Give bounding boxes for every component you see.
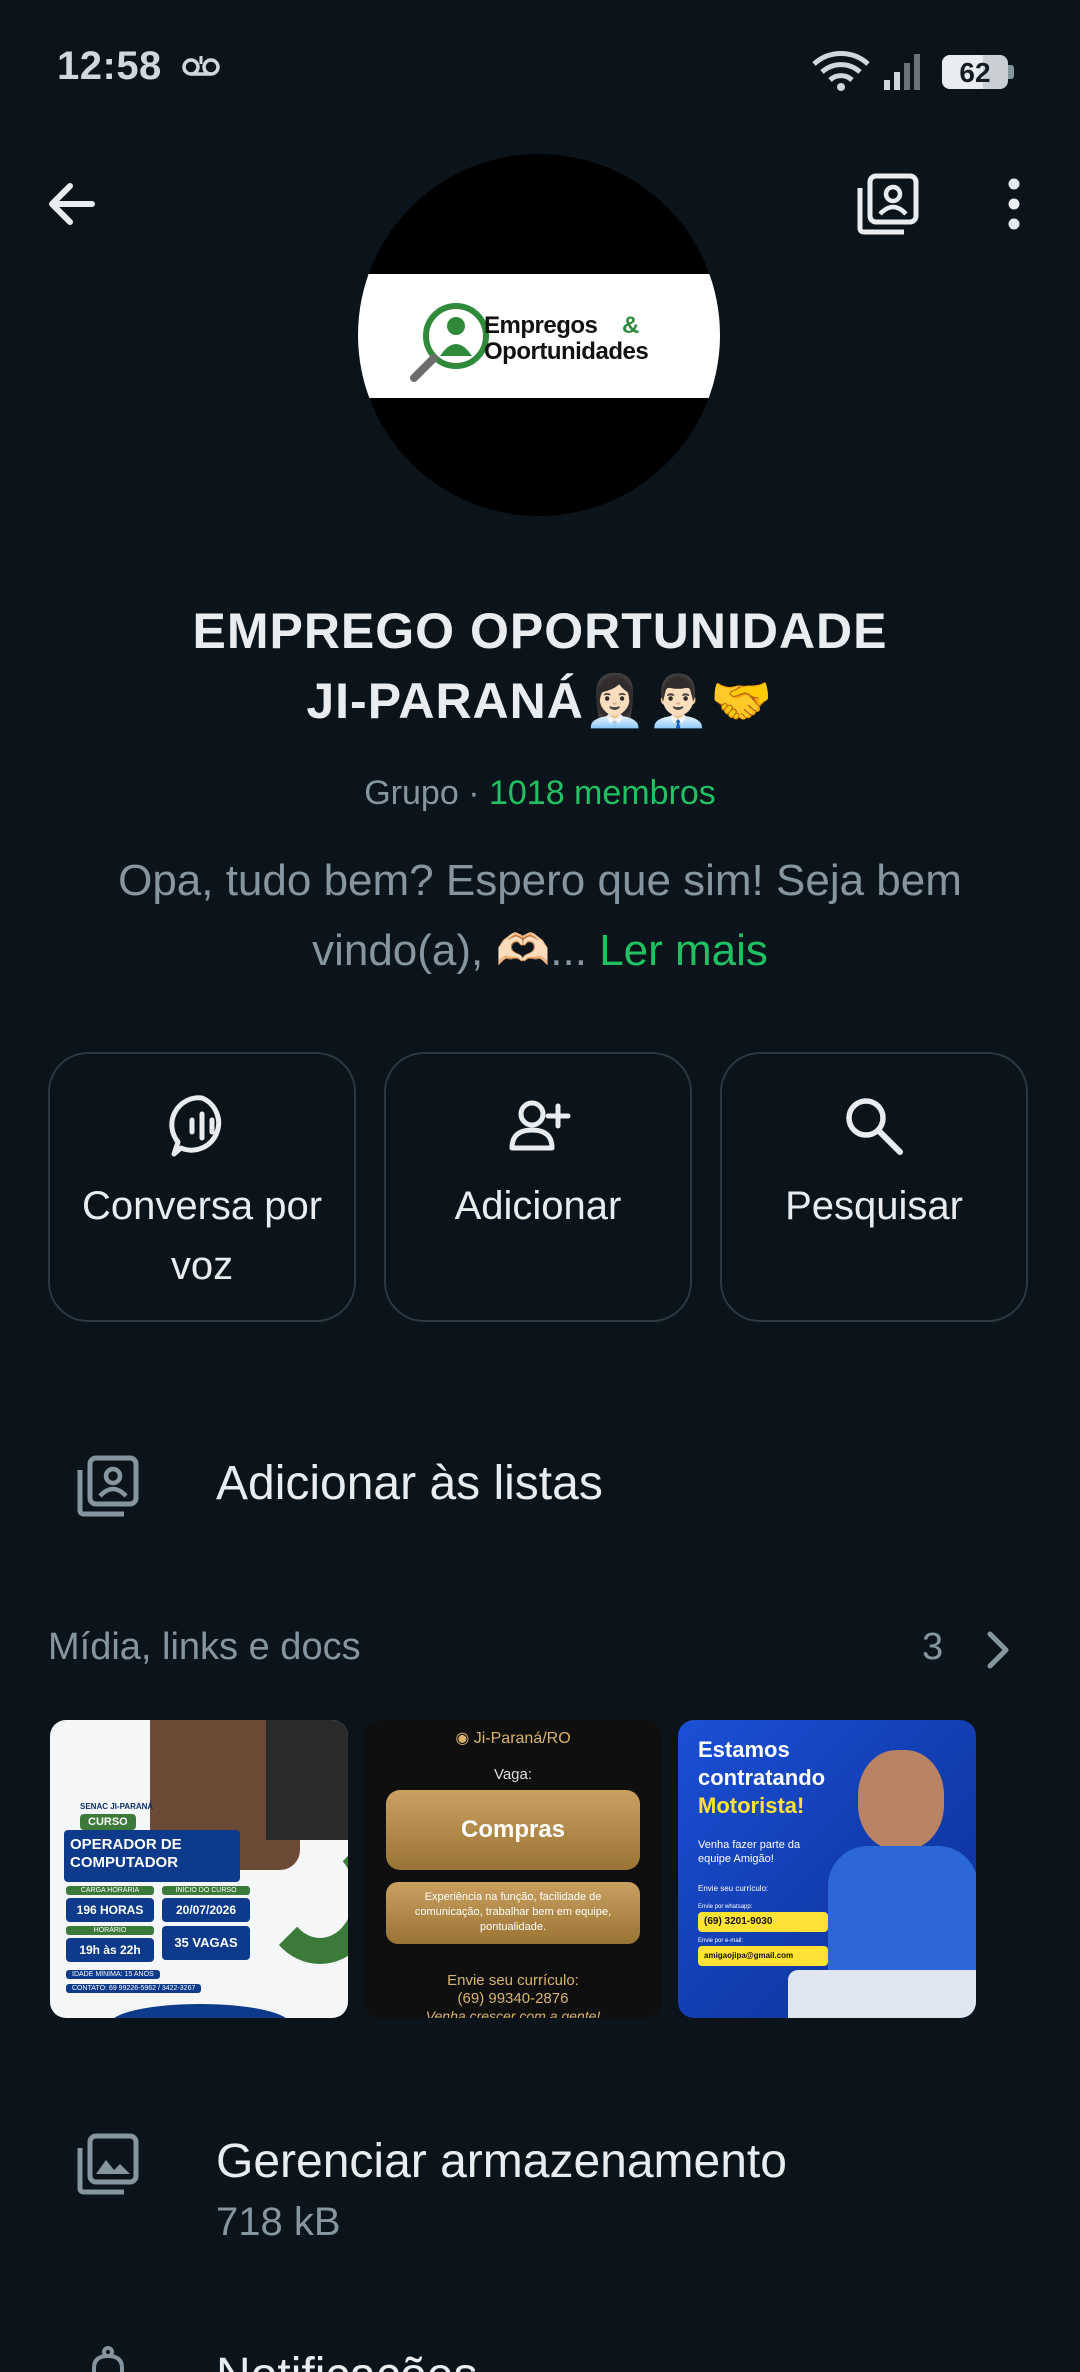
group-name-line2: JI-PARANÁ👩🏻‍💼👨🏻‍💼🤝	[306, 673, 774, 729]
media-thumbnail-compras[interactable]: ◉ Ji-Paraná/RO Vaga: Compras Experiência…	[364, 1720, 662, 2018]
add-to-list-icon	[77, 1455, 139, 1517]
search-label: Pesquisar	[785, 1184, 963, 1228]
driver-photo-head	[858, 1750, 944, 1850]
voice-chat-label-1: Conversa por	[81, 1184, 323, 1228]
storage-icon	[77, 2133, 139, 2195]
carga-label: CARGA HORÁRIA	[66, 1886, 154, 1895]
course-title-line1: OPERADOR DE	[70, 1836, 182, 1853]
logo-text-line1: Empregos	[484, 312, 598, 339]
group-avatar[interactable]: Empregos & Oportunidades	[358, 154, 720, 516]
notifications-row[interactable]: Notificações	[0, 2320, 1080, 2372]
horario-value: 19h às 22h	[66, 1938, 154, 1962]
add-member-button[interactable]: Adicionar	[384, 1052, 692, 1322]
read-more-link[interactable]: Ler mais	[599, 926, 768, 975]
vaga-footer: Venha crescer com a gente!	[425, 2008, 601, 2018]
vagas-value: 35 VAGAS	[162, 1926, 250, 1960]
battery-tip	[1008, 65, 1014, 79]
vaga-label: Vaga:	[493, 1766, 533, 1783]
chevron-right-icon[interactable]	[980, 1628, 1016, 1672]
bell-icon	[92, 2346, 124, 2372]
battery-level: 62	[959, 57, 991, 88]
back-arrow-icon[interactable]	[40, 172, 104, 236]
signal-icon	[884, 54, 920, 90]
course-badge: CURSO	[80, 1814, 136, 1830]
group-name: EMPREGO OPORTUNIDADE JI-PARANÁ👩🏻‍💼👨🏻‍💼🤝	[60, 596, 1020, 736]
voicemail-icon	[182, 56, 220, 76]
media-section-label[interactable]: Mídia, links e docs	[48, 1626, 361, 1669]
photo-background	[266, 1720, 348, 1840]
search-button[interactable]: Pesquisar	[720, 1052, 1028, 1322]
manage-storage-row[interactable]: Gerenciar armazenamento 718 kB	[0, 2090, 1080, 2250]
location-pin-icon: ◉	[455, 1730, 470, 1747]
location-text: Ji-Paraná/RO	[473, 1730, 571, 1747]
motorista-line1: Estamos	[698, 1737, 790, 1762]
vaga-location: ◉ Ji-Paraná/RO	[364, 1728, 662, 1748]
battery-icon: 62	[942, 55, 1008, 89]
course-org: SENAC JI-PARANÁ	[80, 1802, 154, 1811]
motorista-envie: Envie seu currículo:	[698, 1884, 769, 1893]
voice-chat-icon	[169, 1095, 222, 1157]
description-line2: vindo(a), 🫶🏻...	[312, 926, 587, 975]
storage-size: 718 kB	[216, 2200, 341, 2244]
inicio-label: INÍCIO DO CURSO	[162, 1886, 250, 1895]
media-count[interactable]: 3	[922, 1626, 943, 1669]
vaga-value: Compras	[386, 1790, 640, 1870]
course-title-line2: COMPUTADOR	[70, 1854, 179, 1871]
media-thumbnail-motorista[interactable]: Estamos contratando Motorista! Venha faz…	[678, 1720, 976, 2018]
manage-storage-label: Gerenciar armazenamento	[216, 2135, 787, 2188]
description-line1: Opa, tudo bem? Espero que sim! Seja bem	[118, 856, 962, 905]
logo-text-line2: Oportunidades	[484, 338, 649, 365]
vaga-requisitos: Experiência na função, facilidade de com…	[386, 1882, 640, 1944]
motorista-line3: Motorista!	[698, 1793, 805, 1818]
horario-label: HORÁRIO	[66, 1926, 154, 1935]
motorista-headline: Estamos contratando Motorista!	[698, 1736, 825, 1820]
group-description: Opa, tudo bem? Espero que sim! Seja bem …	[60, 846, 1020, 986]
idade-text: IDADE MÍNIMA: 15 ANOS	[66, 1970, 160, 1979]
more-vert-icon[interactable]	[990, 172, 1038, 236]
voice-chat-label-2: voz	[170, 1244, 234, 1288]
logo-band: Empregos & Oportunidades	[358, 274, 720, 398]
wifi-icon	[812, 51, 870, 91]
meta-separator: ·	[468, 774, 480, 812]
envie-label: Envie seu currículo:	[447, 1972, 579, 1989]
add-to-list-icon[interactable]	[854, 170, 922, 238]
group-meta: Grupo · 1018 membros	[0, 774, 1080, 813]
member-count-link[interactable]: 1018 membros	[489, 774, 716, 812]
add-to-lists-row[interactable]: Adicionar às listas	[0, 1420, 1080, 1550]
media-thumbnail-course[interactable]: SENAC JI-PARANÁ CURSO OPERADOR DE COMPUT…	[50, 1720, 348, 2018]
status-time: 12:58	[57, 44, 162, 88]
search-icon	[846, 1098, 903, 1155]
add-to-lists-label: Adicionar às listas	[216, 1457, 603, 1510]
group-type: Grupo	[364, 774, 459, 812]
vaga-phone: (69) 99340-2876	[457, 1990, 569, 2007]
add-person-icon	[509, 1100, 571, 1151]
group-name-line1: EMPREGO OPORTUNIDADE	[192, 603, 888, 659]
magnifier-person-icon	[410, 303, 489, 382]
whats-value: (69) 3201-9030	[698, 1912, 828, 1932]
contato-text: CONTATO: 69 99226-5962 / 3422-3267	[66, 1984, 202, 1993]
email-label: Envie por e-mail:	[698, 1938, 744, 1944]
notifications-label: Notificações	[216, 2348, 477, 2372]
inicio-value: 20/07/2026	[162, 1898, 250, 1922]
add-member-label: Adicionar	[454, 1184, 622, 1228]
whats-label: Envie por whatsapp:	[698, 1904, 753, 1910]
carga-value: 196 HORAS	[66, 1898, 154, 1922]
email-value: amigaojipa@gmail.com	[698, 1946, 828, 1966]
truck-shape	[788, 1970, 976, 2018]
motorista-line2: contratando	[698, 1765, 826, 1790]
logo-ampersand: &	[622, 312, 640, 339]
motorista-team: Venha fazer parte da equipe Amigão!	[698, 1839, 801, 1865]
voice-chat-button[interactable]: Conversa por voz	[48, 1052, 356, 1322]
course-title: OPERADOR DE COMPUTADOR	[70, 1836, 182, 1872]
